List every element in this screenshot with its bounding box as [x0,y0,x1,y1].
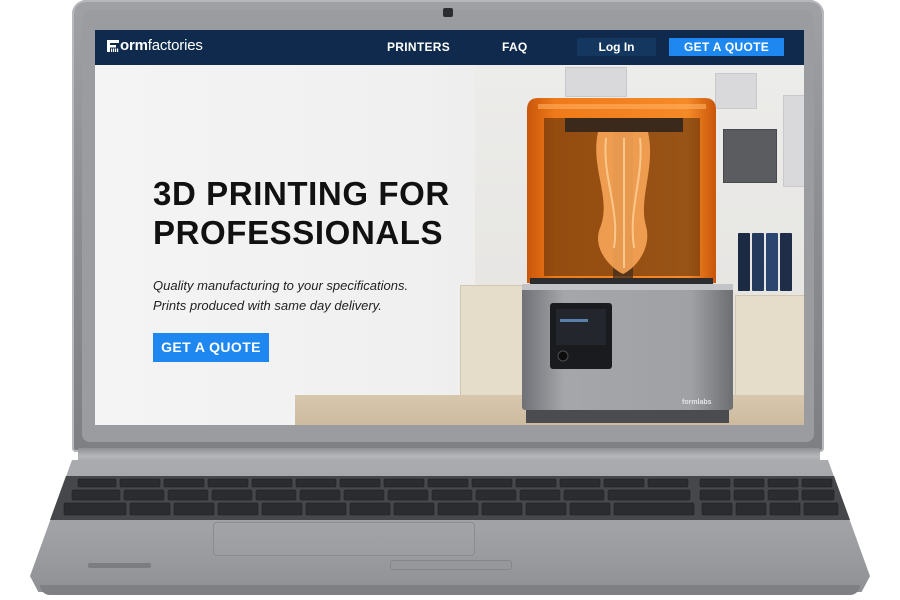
logo-text-bold: orm [120,37,148,54]
laptop-base-edge [40,585,860,595]
nav-printers-link[interactable]: PRINTERS [387,40,450,54]
binder [752,233,764,291]
wall-print-1 [565,67,627,97]
right-shelf [735,295,804,397]
site-logo[interactable]: orm factories [107,37,203,54]
wall-print-4 [783,95,804,187]
logo-text-light: factories [147,37,203,54]
binder [766,233,778,291]
login-button[interactable]: Log In [577,38,656,56]
svg-text:formlabs: formlabs [682,399,712,406]
hero-section: 3D PRINTING FOR PROFESSIONALS Quality ma… [95,65,804,425]
hero-title: 3D PRINTING FOR PROFESSIONALS [153,175,450,251]
card-slot [88,563,151,568]
laptop-touchpad [213,522,475,556]
hero-subtitle-line2: Prints produced with same day delivery. [153,298,382,313]
webcam-icon [443,8,453,17]
formfactories-logo-icon [107,39,119,53]
hero-subtitle-line1: Quality manufacturing to your specificat… [153,278,409,293]
3d-printer-image: formlabs [520,98,735,423]
nav-faq-link[interactable]: FAQ [502,40,528,54]
laptop-screen: orm factories PRINTERS FAQ Log In GET A … [95,30,804,425]
binder [780,233,792,291]
laptop-keyboard [50,476,850,520]
binder [738,233,750,291]
nav-get-quote-button[interactable]: GET A QUOTE [669,38,784,56]
laptop-hinge [78,448,820,462]
site-header: orm factories PRINTERS FAQ Log In GET A … [95,30,804,65]
hero-get-quote-button[interactable]: GET A QUOTE [153,333,269,362]
hero-subtitle: Quality manufacturing to your specificat… [153,276,483,316]
laptop-mockup: orm factories PRINTERS FAQ Log In GET A … [0,0,900,600]
lid-opening-notch [390,560,512,570]
